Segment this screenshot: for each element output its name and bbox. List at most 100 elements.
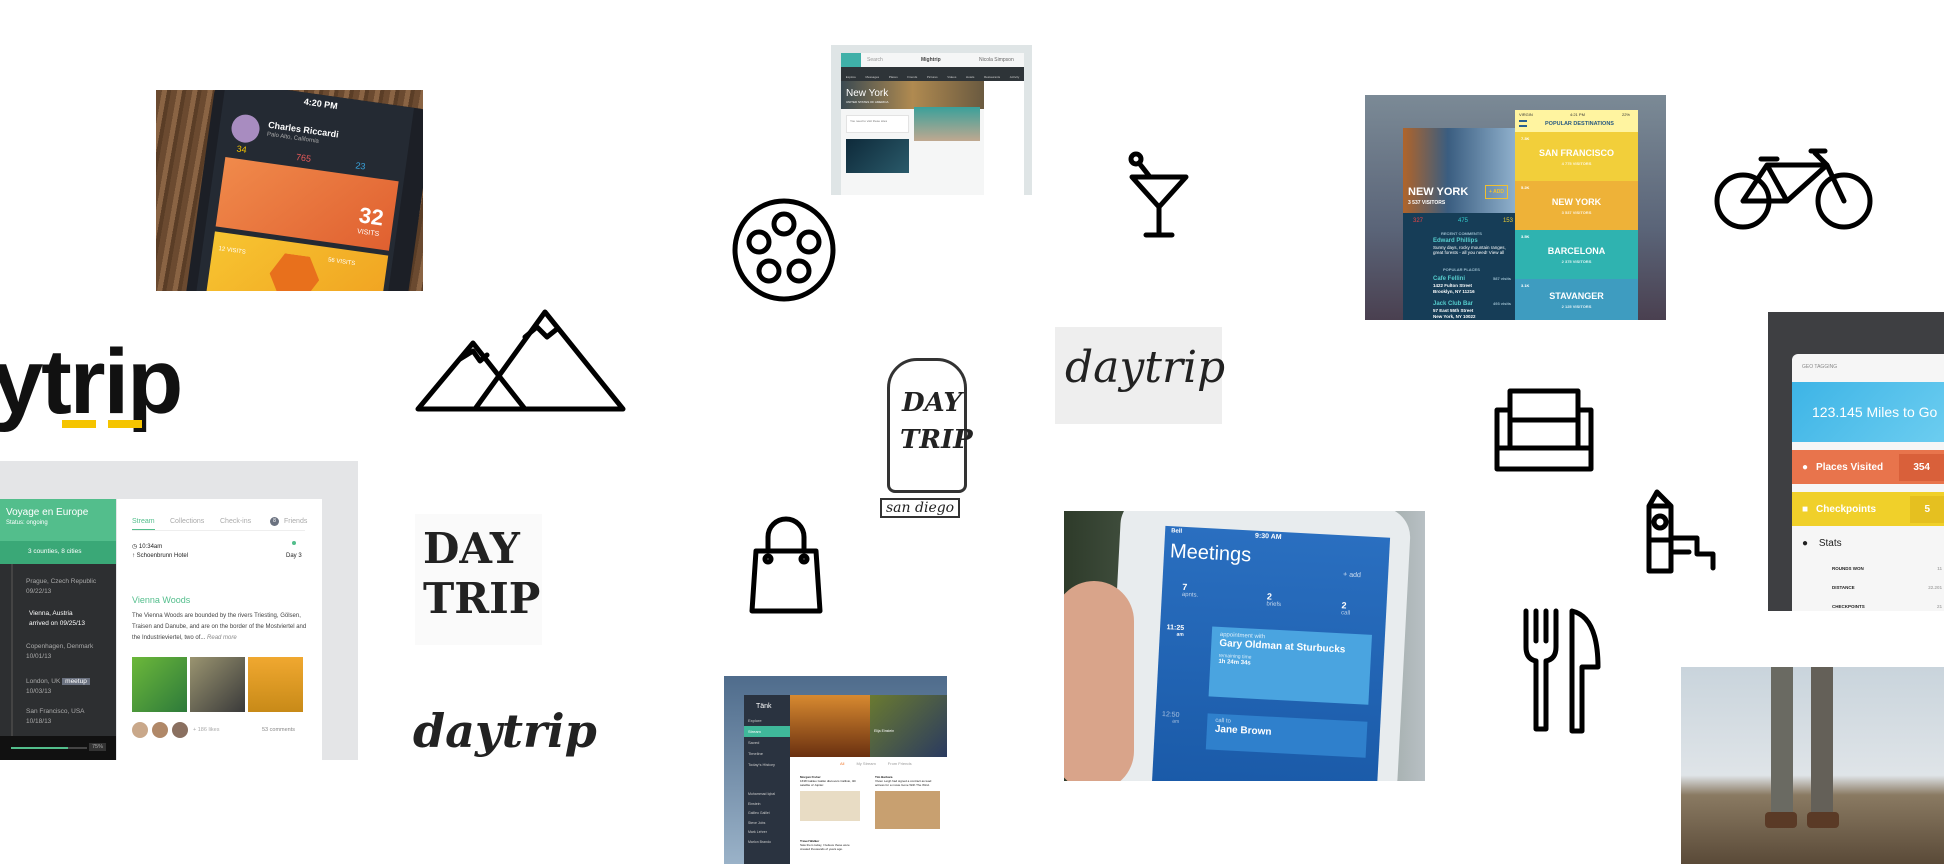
person-icon: ■ bbox=[1802, 503, 1809, 515]
place-address: 57 East 55th Street bbox=[1433, 308, 1474, 313]
progress-footer: 75% bbox=[0, 736, 116, 760]
nav-friends[interactable]: Friends bbox=[907, 75, 917, 79]
progress-track bbox=[11, 747, 87, 749]
stat-briefs: 2 briefs bbox=[1266, 591, 1282, 609]
add-button[interactable]: + ADD bbox=[1485, 185, 1508, 199]
visits-count: 32 bbox=[357, 202, 386, 231]
stats-header: ● Stats bbox=[1802, 538, 1842, 549]
nav-stream[interactable]: Stream bbox=[744, 726, 790, 737]
nav-pictures[interactable]: Pictures bbox=[927, 75, 938, 79]
timeline-stop[interactable]: Copenhagen, Denmark 10/01/13 bbox=[26, 642, 93, 662]
web-app-screenshot: Search Mightrip Nicola Simpson Explore Me… bbox=[831, 45, 1032, 195]
meetings-app-photo: Bell 9:30 AM Meetings + add 7 apnts. 2 bri… bbox=[1064, 511, 1425, 781]
stat-calls: 2 call bbox=[1340, 600, 1351, 617]
composer-input[interactable]: You need to visit these sites bbox=[846, 115, 909, 133]
carrier: Bell bbox=[1170, 528, 1183, 535]
hero-title: New York bbox=[846, 88, 889, 99]
web-logo: Mightrip bbox=[921, 57, 941, 63]
nav-videos[interactable]: Videos bbox=[947, 75, 956, 79]
nav-explore[interactable]: Explore bbox=[846, 75, 856, 79]
phone-time: 4:20 PM bbox=[303, 96, 339, 112]
person-item[interactable]: Galileo Galilei bbox=[748, 809, 775, 819]
phone-frame: Bell 9:30 AM Meetings + add 7 apnts. 2 bri… bbox=[1106, 511, 1412, 781]
nav-timeline[interactable]: Timeline bbox=[744, 748, 790, 759]
destination-card[interactable]: SAN FRANCISCO 4 775 VISITORS 7.3K bbox=[1515, 132, 1638, 181]
event-card[interactable]: appointment with Gary Oldman at Sturbuck… bbox=[1208, 626, 1372, 705]
web-user[interactable]: Nicola Simpson bbox=[979, 57, 1014, 63]
photo-thumbnail[interactable] bbox=[190, 657, 245, 712]
person-item[interactable]: Einstein bbox=[748, 800, 775, 810]
post-title[interactable]: Vienna Woods bbox=[132, 595, 190, 605]
destination-card[interactable]: STAVANGER 2 125 VISITORS 3.1K bbox=[1515, 279, 1638, 320]
phone-device: 4:20 PM Charles Riccardi Palo Alto, Cali… bbox=[182, 90, 423, 291]
shopping-bag-icon bbox=[748, 516, 824, 614]
comments-count[interactable]: 53 comments bbox=[262, 727, 295, 733]
timeline-stop[interactable]: London, UK meetup 10/03/13 bbox=[26, 677, 90, 697]
person-item[interactable]: Steve Jobs bbox=[748, 819, 775, 829]
place-address: 1422 Fulton Street bbox=[1433, 283, 1473, 288]
timeline-stop[interactable]: San Francisco, USA 10/18/13 bbox=[26, 707, 85, 727]
nav-hotels[interactable]: Hotels bbox=[966, 75, 975, 79]
geo-tagging-screenshot: GEO TAGGING 123.145 Miles to Go ● Places … bbox=[1768, 312, 1944, 611]
places-visited-row[interactable]: ● Places Visited 354 bbox=[1792, 450, 1944, 484]
place-name[interactable]: Jack Club Bar bbox=[1433, 301, 1473, 307]
timeline-stop[interactable]: Prague, Czech Republic 09/22/13 bbox=[26, 577, 96, 597]
tab-all[interactable]: All bbox=[840, 761, 844, 766]
hero-banner: New York UNITED STATES OF AMERICA bbox=[841, 81, 984, 109]
taj-mahal-image bbox=[790, 695, 870, 757]
tab-check-ins[interactable]: Check-ins bbox=[220, 518, 251, 525]
stat-1: 34 bbox=[235, 143, 248, 155]
stat-row: ROUNDS WON 11 bbox=[1832, 566, 1942, 571]
add-button[interactable]: + add bbox=[1343, 571, 1361, 579]
read-more-link[interactable]: Read more bbox=[207, 635, 237, 641]
tab-stream[interactable]: Stream bbox=[132, 518, 155, 530]
miles-banner: 123.145 Miles to Go bbox=[1792, 382, 1944, 442]
menu-icon[interactable] bbox=[1519, 120, 1527, 127]
nav-places[interactable]: Places bbox=[889, 75, 898, 79]
nav-activity[interactable]: Activity bbox=[1010, 75, 1020, 79]
photo-thumbnail[interactable] bbox=[248, 657, 303, 712]
person-item[interactable]: Mark Lehrer bbox=[748, 828, 775, 838]
nav-saved[interactable]: Saved bbox=[744, 737, 790, 748]
timeline-stop-current[interactable]: Vienna, Austria arrived on 09/25/13 bbox=[29, 609, 85, 629]
backpack-tag-text: san diego bbox=[880, 498, 961, 518]
likes-count: 327 bbox=[1413, 218, 1424, 224]
nav-restaurants[interactable]: Restaurants bbox=[984, 75, 1000, 79]
place-name[interactable]: Cafe Fellini bbox=[1433, 276, 1465, 282]
event-card[interactable]: call to Jane Brown bbox=[1205, 713, 1368, 758]
checkpoints-row[interactable]: ■ Checkpoints 5 bbox=[1792, 492, 1944, 526]
person-item[interactable]: Muhammad Iqbal bbox=[748, 790, 775, 800]
destination-card[interactable]: BARCELONA 2 375 VISITORS 3.5K bbox=[1515, 230, 1638, 279]
geo-card: GEO TAGGING 123.145 Miles to Go ● Places … bbox=[1792, 354, 1944, 611]
phone-app-photo: 4:20 PM Charles Riccardi Palo Alto, Cali… bbox=[156, 90, 423, 291]
nav-todays-history[interactable]: Today's History bbox=[744, 759, 790, 770]
daytrip-lettering: daytrip bbox=[1065, 342, 1226, 393]
places-count: 354 bbox=[1899, 453, 1944, 481]
leg bbox=[1811, 667, 1833, 817]
nav-explore[interactable]: Explore bbox=[744, 715, 790, 726]
web-window: Search Mightrip Nicola Simpson Explore Me… bbox=[841, 53, 1024, 195]
destination-card[interactable]: NEW YORK 3 537 VISITORS 5.2K bbox=[1515, 181, 1638, 230]
tab-collections[interactable]: Collections bbox=[170, 518, 204, 525]
tab-friends[interactable]: Friends bbox=[284, 518, 307, 525]
daytrip-lettering-photo: daytrip bbox=[1055, 327, 1226, 424]
martini-icon bbox=[1128, 151, 1190, 238]
photo-thumbnail[interactable] bbox=[132, 657, 187, 712]
search-input[interactable]: Search bbox=[867, 57, 883, 63]
backpack-sketch: DAY TRIP san diego bbox=[862, 353, 992, 523]
tank-logo: Tänk bbox=[756, 703, 772, 710]
header-title: POPULAR DESTINATIONS bbox=[1545, 121, 1614, 127]
status-time: 4:21 PM bbox=[1570, 112, 1585, 117]
day-trip-lettering: DAY TRIP bbox=[423, 524, 541, 623]
meetings-screen: Bell 9:30 AM Meetings + add 7 apnts. 2 bri… bbox=[1151, 525, 1391, 781]
film-reel-icon bbox=[732, 198, 836, 302]
likes-count: + 186 likes bbox=[193, 727, 220, 733]
nav-messages[interactable]: Messages bbox=[865, 75, 879, 79]
tank-app-screenshot: Tänk Explore Stream Saved Timeline Today… bbox=[724, 676, 947, 864]
checkin-hotel: ↑ Schoenbrunn Hotel bbox=[132, 553, 189, 559]
person-item[interactable]: Marlon Brando bbox=[748, 838, 775, 848]
thumb bbox=[1064, 581, 1134, 781]
section-recent-comments: RECENT COMMENTS bbox=[1441, 231, 1482, 236]
tab-from-friends[interactable]: From Friends bbox=[888, 761, 912, 766]
tab-my-stream[interactable]: My Stream bbox=[856, 761, 875, 766]
